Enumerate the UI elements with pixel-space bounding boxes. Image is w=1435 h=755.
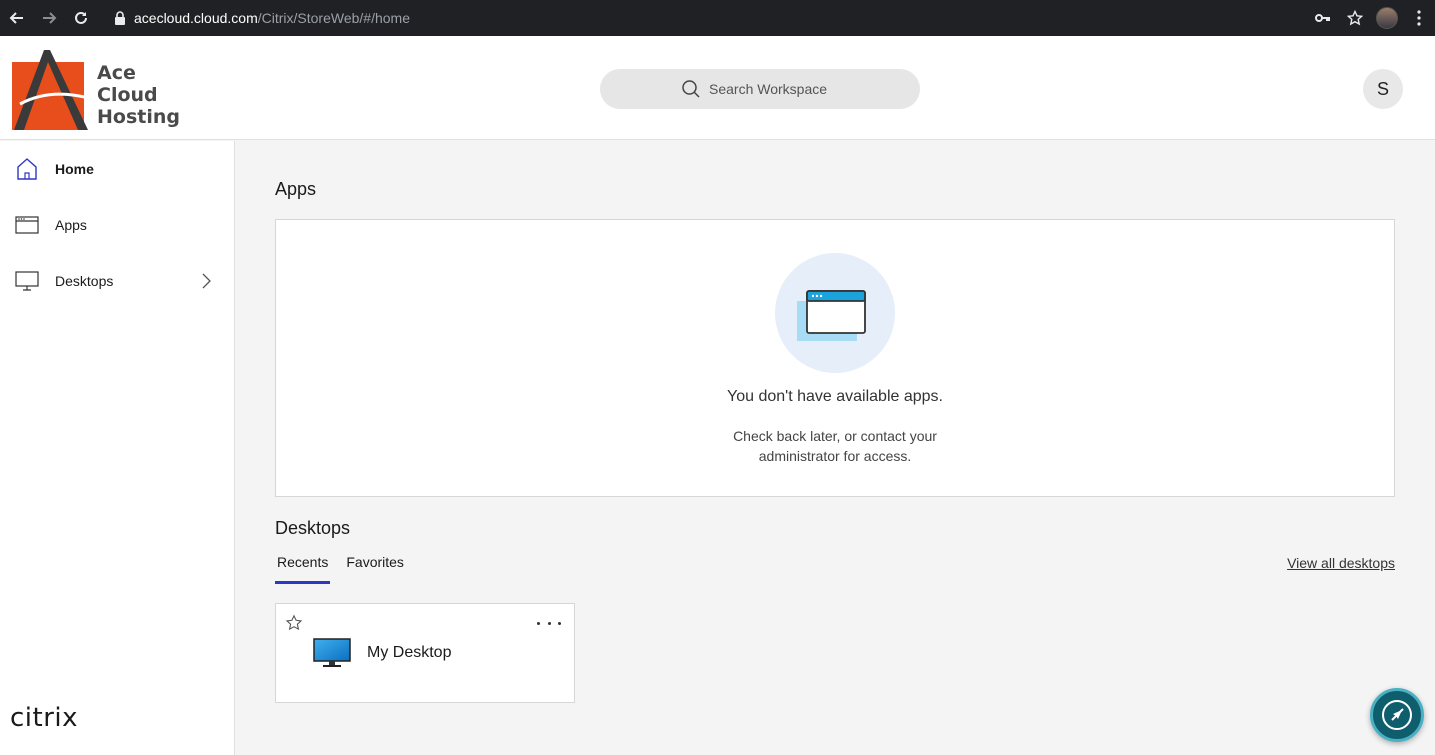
avatar-initial: S	[1377, 79, 1389, 100]
more-dot-icon	[558, 622, 561, 625]
empty-apps-message-line2: administrator for access.	[276, 446, 1394, 466]
sidebar: Home Apps Desktops citrix	[0, 141, 235, 755]
key-icon	[1315, 13, 1331, 23]
empty-apps-title: You don't have available apps.	[276, 388, 1394, 406]
tab-recents[interactable]: Recents	[275, 554, 330, 578]
back-button[interactable]	[1, 0, 33, 36]
view-all-desktops-link[interactable]: View all desktops	[1287, 555, 1395, 571]
apps-window-icon	[14, 212, 40, 238]
desktops-section-title: Desktops	[275, 518, 350, 539]
logo-text: Ace Cloud Hosting	[97, 62, 180, 128]
bookmark-star-button[interactable]	[1339, 0, 1371, 36]
forward-icon	[41, 10, 57, 26]
password-key-button[interactable]	[1307, 0, 1339, 36]
profile-avatar	[1376, 7, 1398, 29]
app-header: Ace Cloud Hosting S	[0, 36, 1435, 140]
url-path: /Citrix/StoreWeb/#/home	[258, 10, 410, 26]
navigation-arrow-icon	[1381, 699, 1413, 731]
browser-toolbar: acecloud.cloud.com/Citrix/StoreWeb/#/hom…	[0, 0, 1435, 36]
search-input[interactable]	[709, 81, 839, 97]
browser-menu-button[interactable]	[1403, 0, 1435, 36]
monitor-icon	[14, 268, 40, 294]
desktops-tabs: Recents Favorites	[275, 554, 420, 578]
sidebar-item-apps[interactable]: Apps	[0, 203, 234, 247]
star-icon	[1347, 10, 1363, 26]
url-host: acecloud.cloud.com	[134, 10, 258, 26]
url-text: acecloud.cloud.com/Citrix/StoreWeb/#/hom…	[134, 10, 410, 26]
empty-apps-message-line1: Check back later, or contact your	[276, 426, 1394, 446]
desktop-monitor-icon	[313, 638, 351, 668]
apps-empty-state: You don't have available apps. Check bac…	[275, 219, 1395, 497]
app-window-illustration-icon	[775, 253, 895, 373]
user-avatar[interactable]: S	[1363, 69, 1403, 109]
logo-mark-icon	[10, 48, 94, 132]
more-dot-icon	[537, 622, 540, 625]
search-icon	[681, 79, 701, 99]
sidebar-item-desktops[interactable]: Desktops	[0, 259, 234, 303]
reload-icon	[73, 10, 89, 26]
tab-favorites[interactable]: Favorites	[344, 554, 406, 578]
back-icon	[9, 10, 25, 26]
ace-cloud-hosting-logo[interactable]: Ace Cloud Hosting	[10, 48, 185, 132]
empty-apps-illustration	[775, 253, 895, 373]
favorite-star-icon[interactable]	[285, 614, 303, 632]
empty-apps-message: Check back later, or contact your admini…	[276, 426, 1394, 466]
home-icon	[14, 156, 40, 182]
sidebar-item-home[interactable]: Home	[0, 147, 234, 191]
more-options-button[interactable]	[534, 616, 564, 630]
main-content: Apps You don't have available apps. Chec…	[235, 141, 1435, 755]
guided-tour-button[interactable]	[1370, 688, 1424, 742]
chevron-right-icon	[200, 273, 212, 289]
search-bar[interactable]	[600, 69, 920, 109]
logo-line-cloud: Cloud	[97, 84, 180, 106]
address-bar[interactable]: acecloud.cloud.com/Citrix/StoreWeb/#/hom…	[104, 4, 1364, 32]
apps-section-title: Apps	[275, 179, 316, 200]
forward-button[interactable]	[33, 0, 65, 36]
desktop-card[interactable]: My Desktop	[275, 603, 575, 703]
sidebar-item-label: Apps	[55, 217, 87, 233]
sidebar-item-label: Desktops	[55, 273, 113, 289]
logo-line-ace: Ace	[97, 62, 180, 84]
logo-line-hosting: Hosting	[97, 106, 180, 128]
reload-button[interactable]	[65, 0, 97, 36]
profile-button[interactable]	[1371, 0, 1403, 36]
kebab-menu-icon	[1417, 10, 1421, 26]
lock-icon	[114, 11, 126, 25]
citrix-logo: citrix	[10, 703, 78, 733]
more-dot-icon	[548, 622, 551, 625]
sidebar-item-label: Home	[55, 161, 94, 177]
desktop-name: My Desktop	[367, 644, 451, 662]
